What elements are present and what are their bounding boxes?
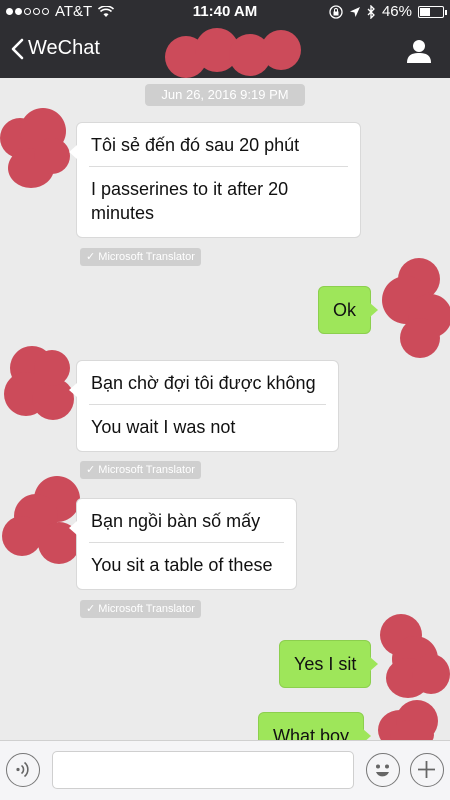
message-input[interactable] bbox=[52, 751, 354, 789]
person-icon[interactable] bbox=[406, 38, 432, 64]
back-button[interactable]: WeChat bbox=[10, 37, 100, 60]
message-text: Ok bbox=[333, 300, 357, 320]
translator-badge: ✓ Microsoft Translator bbox=[80, 248, 201, 266]
status-bar: AT&T 11:40 AM 46% bbox=[0, 0, 450, 24]
battery-percent: 46% bbox=[381, 3, 412, 20]
translator-label: Microsoft Translator bbox=[98, 464, 195, 476]
message-translation-text: I passerines to it after 20 minutes bbox=[91, 179, 289, 223]
nav-bar: WeChat bbox=[0, 24, 450, 78]
chat-timestamp: Jun 26, 2016 9:19 PM bbox=[145, 84, 305, 106]
battery-icon bbox=[418, 5, 447, 18]
voice-icon bbox=[16, 761, 29, 778]
check-icon: ✓ bbox=[86, 464, 96, 476]
check-icon: ✓ bbox=[86, 603, 96, 615]
translator-badge: ✓ Microsoft Translator bbox=[80, 600, 201, 618]
message-translation-text: You wait I was not bbox=[91, 417, 236, 437]
lock-rotation-icon bbox=[329, 4, 343, 19]
outgoing-message-bubble[interactable]: Ok bbox=[318, 286, 379, 334]
chevron-left-icon bbox=[11, 38, 24, 59]
back-label: WeChat bbox=[28, 37, 100, 59]
status-bar-right: 46% bbox=[329, 3, 447, 20]
message-text: Yes I sit bbox=[294, 654, 357, 674]
translator-label: Microsoft Translator bbox=[98, 603, 195, 615]
emoji-button[interactable] bbox=[366, 753, 400, 787]
message-original-text: Tôi sẻ đến đó sau 20 phút bbox=[91, 135, 300, 155]
incoming-message-bubble[interactable]: Tôi sẻ đến đó sau 20 phút I passerines t… bbox=[69, 122, 361, 238]
plus-icon bbox=[418, 761, 435, 778]
translator-label: Microsoft Translator bbox=[98, 251, 195, 263]
translator-badge: ✓ Microsoft Translator bbox=[80, 461, 201, 479]
voice-input-button[interactable] bbox=[6, 753, 40, 787]
check-icon: ✓ bbox=[86, 251, 96, 263]
bluetooth-icon bbox=[367, 4, 375, 19]
more-button[interactable] bbox=[410, 753, 444, 787]
message-translation-text: You sit a table of these bbox=[91, 555, 273, 575]
location-arrow-icon bbox=[349, 6, 360, 17]
message-original-text: Bạn chờ đợi tôi được không bbox=[91, 373, 316, 393]
message-original-text: Bạn ngồi bàn số mấy bbox=[91, 511, 261, 531]
input-bar bbox=[0, 740, 450, 800]
battery-fill bbox=[420, 7, 431, 16]
emoji-icon bbox=[376, 764, 389, 777]
incoming-message-bubble[interactable]: Bạn chờ đợi tôi được không You wait I wa… bbox=[69, 360, 339, 452]
outgoing-message-bubble[interactable]: Yes I sit bbox=[279, 640, 379, 688]
incoming-message-bubble[interactable]: Bạn ngồi bàn số mấy You sit a table of t… bbox=[69, 498, 297, 590]
